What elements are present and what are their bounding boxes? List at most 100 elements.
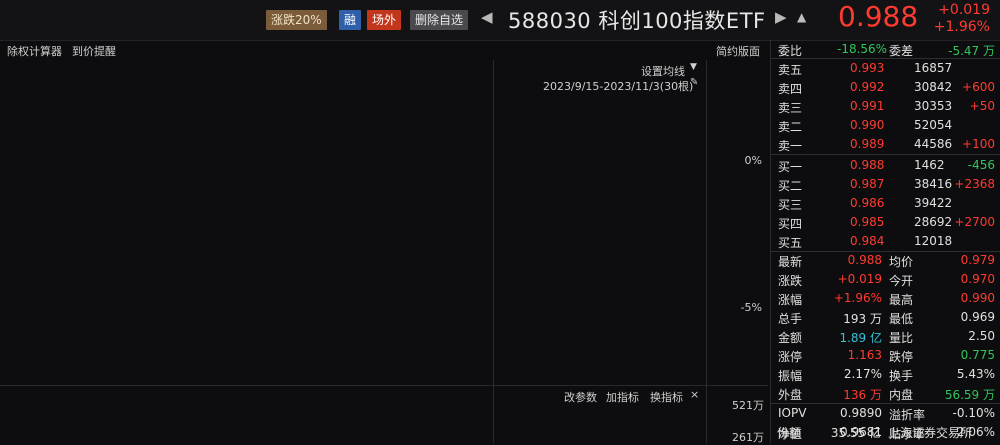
exchange-name: 上海证券交易所 xyxy=(888,426,973,440)
bid-volume: 1462 xyxy=(914,158,945,172)
stat-value: 0.969 xyxy=(960,310,995,324)
bid-volume: 38416 xyxy=(914,177,953,191)
chart-toolbar: 除权计算器 到价提醒 简约版面 xyxy=(0,40,770,60)
order-ratio-row: 委比 -18.56% 委差 -5.47 万 xyxy=(771,40,1000,59)
bid-price: 0.985 xyxy=(850,215,885,229)
add-indicator-button[interactable]: 加指标 xyxy=(606,389,639,405)
stat-label: 最低 xyxy=(889,312,914,326)
quote-panel: 委比 -18.56% 委差 -5.47 万 卖五 0.993 16857 卖四 … xyxy=(770,40,1000,443)
price-alert-link[interactable]: 到价提醒 xyxy=(72,43,116,59)
stat-label: 最新 xyxy=(778,255,803,269)
stat-label: 内盘 xyxy=(889,388,914,402)
bid-row[interactable]: 买二 0.987 38416 +2368 xyxy=(771,175,1000,194)
ex-rights-calculator-link[interactable]: 除权计算器 xyxy=(7,43,62,59)
axis-label-0pct: 0% xyxy=(744,154,762,167)
margin-tag[interactable]: 融 xyxy=(339,10,362,30)
ask-label: 卖四 xyxy=(778,82,803,96)
stat-row: 外盘 136 万 内盘 56.59 万 xyxy=(771,384,1000,403)
stat-value: 1.89 亿 xyxy=(839,331,882,345)
bid-label: 买三 xyxy=(778,198,803,212)
bid-volume: 28692 xyxy=(914,215,953,229)
stat-label: 涨停 xyxy=(778,350,803,364)
diff-value: -5.47 万 xyxy=(948,44,995,58)
ask-price: 0.993 xyxy=(850,61,885,75)
stat-value: 2.17% xyxy=(843,367,882,381)
prev-stock-icon[interactable]: ◀ xyxy=(481,8,493,26)
simple-layout-link[interactable]: 简约版面 xyxy=(716,43,760,59)
alert-bell-icon[interactable]: ▲ xyxy=(797,10,806,24)
otc-tag[interactable]: 场外 xyxy=(367,10,402,30)
remove-watchlist-button[interactable]: 删除自选 xyxy=(410,10,469,30)
limit-tag[interactable]: 涨跌20% xyxy=(266,10,327,30)
ask-price: 0.990 xyxy=(850,118,885,132)
bid-row[interactable]: 买一 0.988 1462 -456 xyxy=(771,156,1000,175)
stat-row: 涨停 1.163 跌停 0.775 xyxy=(771,346,1000,365)
stat-label: 均价 xyxy=(889,255,914,269)
stat-value: 0.9890 xyxy=(840,406,882,420)
bid-price: 0.987 xyxy=(850,177,885,191)
bid-label: 买四 xyxy=(778,217,803,231)
bid-volume: 12018 xyxy=(914,234,953,248)
ask-row[interactable]: 卖一 0.989 44586 +100 xyxy=(771,135,1000,154)
bid-label: 买五 xyxy=(778,236,803,250)
price-change-pct: +1.96% xyxy=(933,19,990,35)
stat-value: 56.59 万 xyxy=(944,388,995,402)
stat-row: 份额 35.55 亿 上海证券交易所 xyxy=(770,422,1000,441)
stat-label: 涨跌 xyxy=(778,274,803,288)
ask-volume: 30353 xyxy=(914,99,953,113)
stat-label: 换手 xyxy=(889,369,914,383)
stat-row: 涨幅 +1.96% 最高 0.990 xyxy=(771,289,1000,308)
stat-label: 总手 xyxy=(778,312,803,326)
bid-delta: -456 xyxy=(967,158,995,172)
stat-value: 35.55 亿 xyxy=(830,426,881,440)
stat-label: 涨幅 xyxy=(778,293,803,307)
bid-row[interactable]: 买五 0.984 12018 xyxy=(771,232,1000,251)
bid-volume: 39422 xyxy=(914,196,953,210)
stat-label: 量比 xyxy=(889,331,914,345)
swap-indicator-button[interactable]: 换指标 xyxy=(650,389,683,405)
stat-label: 溢折率 xyxy=(889,408,926,422)
ask-price: 0.989 xyxy=(850,137,885,151)
date-range: 2023/9/15-2023/11/3(30根) xyxy=(543,80,694,93)
bid-row[interactable]: 买四 0.985 28692 +2700 xyxy=(771,213,1000,232)
stat-label: 跌停 xyxy=(889,350,914,364)
ratio-label: 委比 xyxy=(778,44,803,58)
ask-delta: +100 xyxy=(962,137,995,151)
stat-value: 0.970 xyxy=(960,272,995,286)
bid-row[interactable]: 买三 0.986 39422 xyxy=(771,194,1000,213)
stat-label: 外盘 xyxy=(778,388,803,402)
bid-price: 0.984 xyxy=(850,234,885,248)
last-price: 0.988 xyxy=(838,0,919,33)
stat-row: 总手 193 万 最低 0.969 xyxy=(771,308,1000,327)
stat-value: 0.988 xyxy=(847,253,882,267)
stat-label: 份额 xyxy=(777,426,802,440)
ask-row[interactable]: 卖三 0.991 30353 +50 xyxy=(771,97,1000,116)
ask-delta: +50 xyxy=(969,99,995,113)
stat-label: 振幅 xyxy=(778,369,803,383)
bid-label: 买一 xyxy=(778,160,803,174)
ratio-value: -18.56% xyxy=(837,42,888,56)
next-stock-icon[interactable]: ▶ xyxy=(775,8,787,26)
stat-row: 振幅 2.17% 换手 5.43% xyxy=(771,365,1000,384)
ask-label: 卖一 xyxy=(778,139,803,153)
stat-row: 最新 0.988 均价 0.979 xyxy=(771,251,1000,270)
ma-dropdown-icon[interactable]: ▼ xyxy=(690,62,697,72)
ask-row[interactable]: 卖五 0.993 16857 xyxy=(771,59,1000,78)
pin-icon[interactable]: ✎ xyxy=(690,77,698,88)
ask-volume: 52054 xyxy=(914,118,953,132)
stat-value: +1.96% xyxy=(833,291,882,305)
divider xyxy=(771,154,1000,155)
stat-value: 5.43% xyxy=(956,367,995,381)
stat-label: 最高 xyxy=(889,293,914,307)
bid-price: 0.986 xyxy=(850,196,885,210)
top-bar: 涨跌20% 融 场外 删除自选 ◀ 588030 科创100指数ETF ▶ ▲ … xyxy=(0,0,1000,41)
ma-setting-button[interactable]: 设置均线 xyxy=(641,63,685,79)
ask-row[interactable]: 卖四 0.992 30842 +600 xyxy=(771,78,1000,97)
change-param-button[interactable]: 改参数 xyxy=(564,389,597,405)
volume-separator xyxy=(0,385,768,386)
ask-row[interactable]: 卖二 0.990 52054 xyxy=(771,116,1000,135)
ask-label: 卖五 xyxy=(778,63,803,77)
axis-label-neg5pct: -5% xyxy=(740,301,762,314)
ask-price: 0.992 xyxy=(850,80,885,94)
close-indicator-icon[interactable]: × xyxy=(690,388,699,401)
